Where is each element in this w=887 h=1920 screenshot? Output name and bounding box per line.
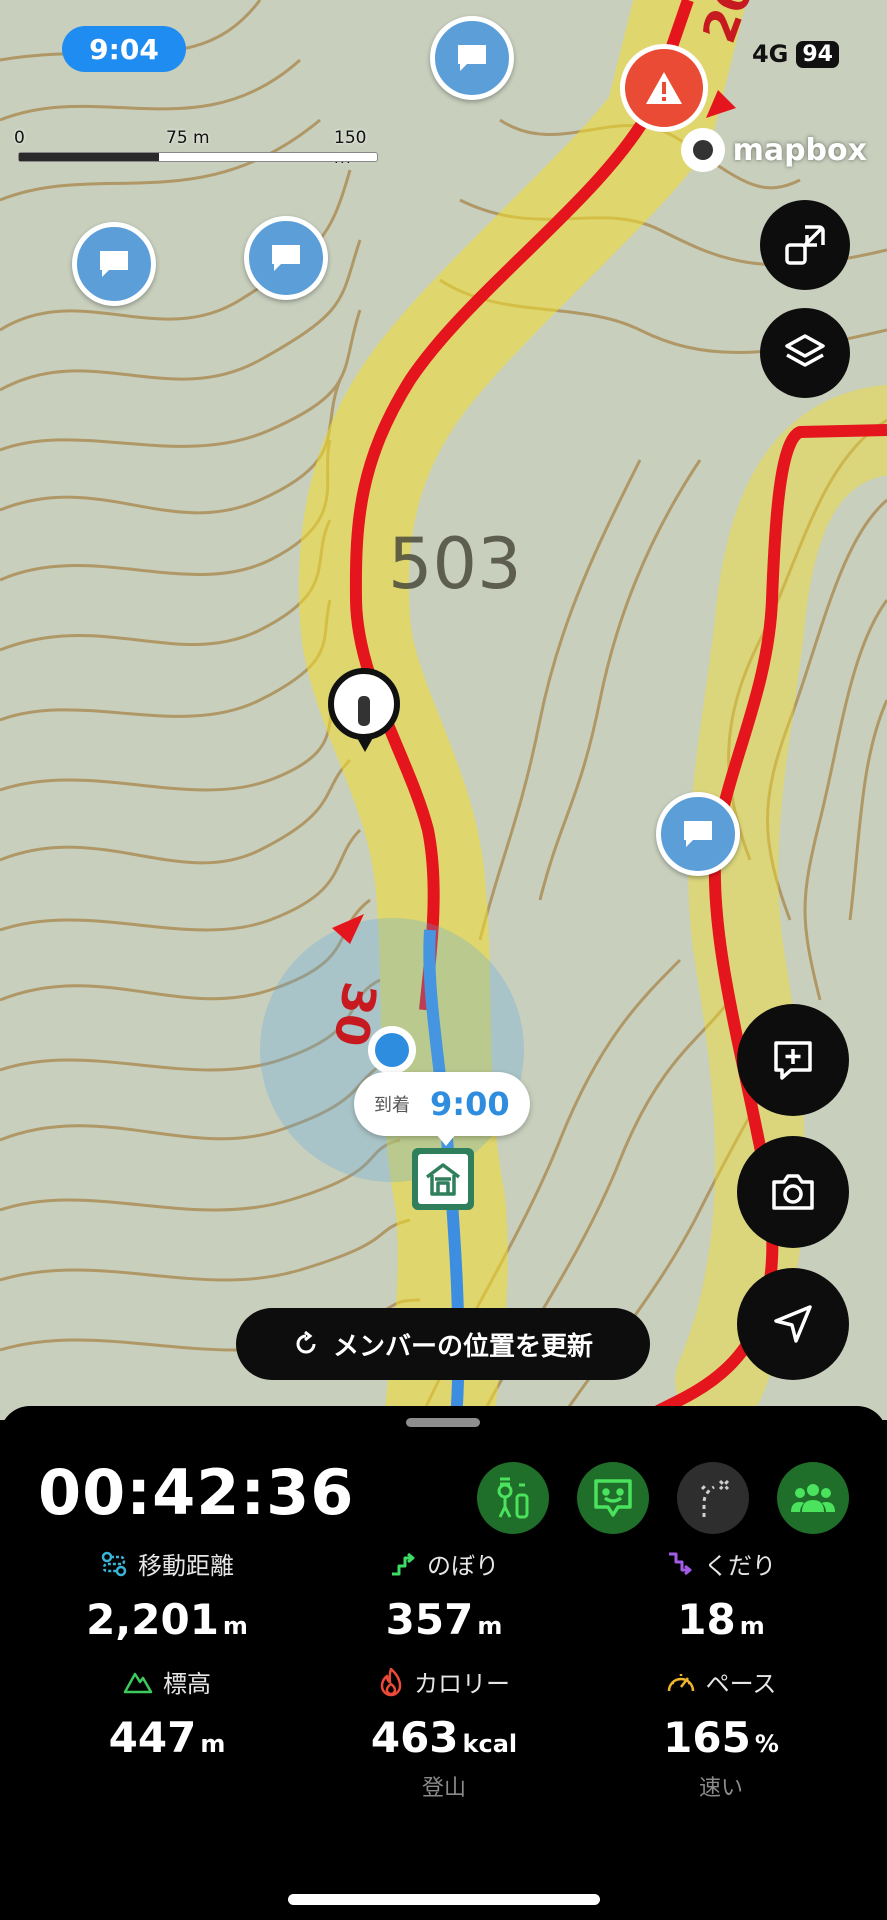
scale-label-0: 0 <box>14 128 25 148</box>
network-label: 4G <box>751 40 789 68</box>
battery-level: 94 <box>796 40 839 68</box>
stat-label: カロリー <box>414 1670 510 1698</box>
chat-bubble-icon <box>458 45 486 71</box>
mapbox-logo-icon <box>680 128 725 172</box>
stat-unit: m <box>200 1730 226 1758</box>
refresh-icon <box>296 1331 316 1354</box>
mapbox-attribution[interactable]: mapbox <box>680 128 867 172</box>
message-pin[interactable] <box>430 16 514 100</box>
stat-value: 447 <box>108 1713 197 1762</box>
hut-icon <box>425 1163 461 1196</box>
route-branch-icon <box>700 1479 730 1517</box>
camera-button[interactable] <box>737 1136 849 1248</box>
hiker-pair-icon <box>497 1477 529 1519</box>
add-note-button[interactable] <box>737 1004 849 1116</box>
calorie-icon <box>380 1667 402 1696</box>
arrival-time: 9:00 <box>430 1085 510 1123</box>
group-icon <box>791 1484 835 1512</box>
mode-button-group[interactable] <box>777 1462 849 1534</box>
camera-icon <box>772 1174 814 1210</box>
stat-unit: % <box>754 1730 779 1758</box>
status-time: 9:04 <box>62 26 186 72</box>
mode-button-hikers[interactable] <box>477 1462 549 1534</box>
current-location-button[interactable] <box>737 1268 849 1380</box>
panel-drag-handle[interactable] <box>406 1418 480 1427</box>
stat-label: 標高 <box>163 1670 211 1698</box>
map-view[interactable]: 503 30 20 9:04 4G 94 0 75 m 150 m mapbox <box>0 0 887 1420</box>
shrink-icon <box>785 225 825 265</box>
scale-label-150: 150 m <box>334 128 367 168</box>
layers-icon <box>785 334 825 367</box>
stat-unit: m <box>739 1612 765 1640</box>
stat-value: 18 <box>677 1595 736 1644</box>
stat-value: 2,201 <box>86 1595 219 1644</box>
stat-value: 165 <box>663 1713 751 1762</box>
stat-sub: 登山 <box>421 1776 466 1801</box>
add-comment-icon <box>774 1041 812 1080</box>
distance-icon <box>101 1551 127 1576</box>
mountain-hut-pin[interactable] <box>412 1148 474 1210</box>
stat-unit: m <box>222 1612 248 1640</box>
chat-bubble-icon <box>684 821 712 847</box>
scale-bar: 0 75 m 150 m <box>14 128 378 168</box>
activity-panel[interactable]: 00:42:36 移動距離 2,201 m のぼり 357 m くだり 18 m… <box>0 1406 887 1920</box>
scale-label-75: 75 m <box>166 128 210 148</box>
stat-value: 463 <box>370 1713 459 1762</box>
map-layers-button[interactable] <box>760 308 850 398</box>
update-member-location-button[interactable]: メンバーの位置を更新 <box>236 1308 650 1380</box>
stat-value: 357 <box>385 1595 474 1644</box>
update-member-location-label: メンバーの位置を更新 <box>332 1331 593 1362</box>
stat-sub: 速い <box>698 1776 743 1801</box>
stat-unit: kcal <box>462 1730 518 1758</box>
mode-button-route[interactable] <box>677 1462 749 1534</box>
elevation-icon <box>123 1672 153 1693</box>
stat-elevation: 標高 447 m <box>37 1664 297 1762</box>
stat-descent: くだり 18 m <box>591 1546 851 1644</box>
status-indicators: 4G 94 <box>752 40 839 68</box>
ascent-icon <box>392 1552 415 1575</box>
smile-face-icon <box>594 1479 632 1517</box>
stat-calorie: カロリー 463 kcal 登山 <box>314 1664 574 1802</box>
mapbox-text: mapbox <box>732 132 867 168</box>
stat-distance: 移動距離 2,201 m <box>37 1546 297 1644</box>
elevation-label: 503 <box>388 523 522 605</box>
message-pin[interactable] <box>656 792 740 876</box>
stat-unit: m <box>477 1612 503 1640</box>
elapsed-time: 00:42:36 <box>38 1456 355 1529</box>
message-pin[interactable] <box>72 222 156 306</box>
message-pin[interactable] <box>244 216 328 300</box>
fit-view-button[interactable] <box>760 200 850 290</box>
chat-bubble-icon <box>100 251 128 277</box>
stat-pace: ペース 165% 速い <box>591 1664 851 1802</box>
pace-icon <box>667 1673 694 1691</box>
member-pin-tail <box>356 736 374 752</box>
arrival-tail <box>436 1134 456 1146</box>
warning-pin[interactable] <box>620 44 708 132</box>
scale-fill <box>19 153 159 161</box>
warning-icon <box>646 72 682 104</box>
stat-label: ペース <box>705 1670 777 1698</box>
descent-icon <box>669 1552 692 1575</box>
stat-ascent: のぼり 357 m <box>314 1546 574 1644</box>
home-indicator[interactable] <box>288 1894 600 1905</box>
stat-label: のぼり <box>427 1552 499 1580</box>
route-marker-30: 30 <box>323 978 387 1050</box>
arrival-estimate: 到着 9:00 <box>354 1072 530 1136</box>
arrival-label: 到着 <box>374 1095 410 1116</box>
member-avatar[interactable] <box>328 668 400 740</box>
navigation-arrow-icon <box>774 1305 812 1343</box>
stat-label: くだり <box>704 1552 776 1580</box>
stat-label: 移動距離 <box>138 1552 234 1580</box>
scale-track <box>18 152 378 162</box>
chat-bubble-icon <box>272 245 300 271</box>
mode-button-face[interactable] <box>577 1462 649 1534</box>
